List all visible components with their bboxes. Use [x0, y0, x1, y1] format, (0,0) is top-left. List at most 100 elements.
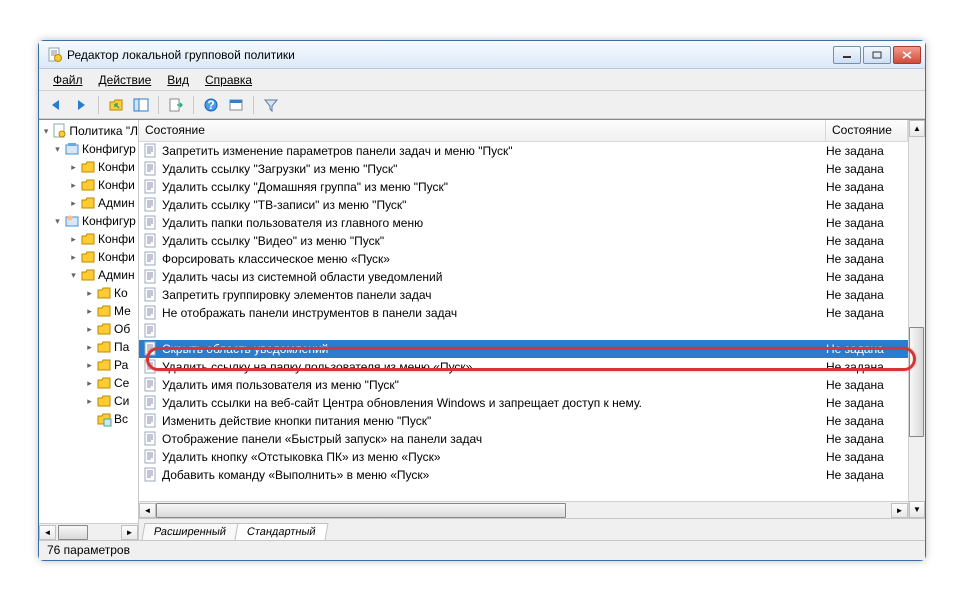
list-vscroll[interactable]: ▲ ▼	[908, 120, 925, 518]
tree-item[interactable]: ▸Се	[39, 374, 138, 392]
list-header: Состояние Состояние	[139, 120, 908, 142]
expand-icon[interactable]	[85, 415, 94, 424]
list-row[interactable]: Удалить кнопку «Отстыковка ПК» из меню «…	[139, 448, 908, 466]
scroll-right-icon[interactable]: ►	[121, 525, 138, 540]
maximize-button[interactable]	[863, 46, 891, 64]
expand-icon[interactable]: ▸	[85, 325, 94, 334]
row-name: Удалить папки пользователя из главного м…	[162, 216, 826, 230]
window-title: Редактор локальной групповой политики	[67, 48, 833, 62]
filter-button[interactable]	[260, 94, 282, 116]
row-state: Не задана	[826, 306, 908, 320]
tree-item[interactable]: ▸Об	[39, 320, 138, 338]
tree-hscroll[interactable]: ◄ ►	[39, 523, 138, 540]
list-row[interactable]: Удалить ссылку "Домашняя группа" из меню…	[139, 178, 908, 196]
list-row[interactable]: Удалить ссылку "ТВ-записи" из меню "Пуск…	[139, 196, 908, 214]
list-row[interactable]: Удалить ссылки на веб-сайт Центра обновл…	[139, 394, 908, 412]
showhide-tree-button[interactable]	[130, 94, 152, 116]
tree-item[interactable]: Вс	[39, 410, 138, 428]
list-row[interactable]: Удалить ссылку "Загрузки" из меню "Пуск"…	[139, 160, 908, 178]
list-row[interactable]: Удалить имя пользователя из меню "Пуск"Н…	[139, 376, 908, 394]
expand-icon[interactable]: ▸	[69, 181, 78, 190]
row-state: Не задана	[826, 252, 908, 266]
column-header-name[interactable]: Состояние	[139, 120, 826, 141]
expand-icon[interactable]: ▸	[85, 289, 94, 298]
tree-item[interactable]: ▸Ко	[39, 284, 138, 302]
tree-item[interactable]: ▸Конфи	[39, 158, 138, 176]
toolbar: ?	[39, 91, 925, 119]
menu-file[interactable]: Файл	[45, 70, 91, 90]
list-hscroll[interactable]: ◄ ►	[139, 501, 908, 518]
scroll-up-icon[interactable]: ▲	[909, 120, 925, 137]
tree-item[interactable]: ▾Конфигур	[39, 212, 138, 230]
menu-help[interactable]: Справка	[197, 70, 260, 90]
list-row[interactable]: Запретить группировку элементов панели з…	[139, 286, 908, 304]
folder-icon	[80, 195, 96, 211]
expand-icon[interactable]: ▸	[85, 343, 94, 352]
row-name: Удалить кнопку «Отстыковка ПК» из меню «…	[162, 450, 826, 464]
expand-icon[interactable]: ▾	[53, 217, 62, 226]
scroll-right-icon[interactable]: ►	[891, 503, 908, 518]
scroll-track[interactable]	[56, 525, 121, 540]
list-row[interactable]	[139, 322, 908, 340]
list-row[interactable]: Изменить действие кнопки питания меню "П…	[139, 412, 908, 430]
tree-root[interactable]: ▾Политика "Л	[39, 122, 138, 140]
list-row[interactable]: Не отображать панели инструментов в пане…	[139, 304, 908, 322]
scroll-left-icon[interactable]: ◄	[39, 525, 56, 540]
list-row[interactable]: Скрыть область уведомленийНе задана	[139, 340, 908, 358]
folder-icon	[80, 249, 96, 265]
tab-extended[interactable]: Расширенный	[142, 523, 239, 540]
list-row[interactable]: Удалить часы из системной области уведом…	[139, 268, 908, 286]
scroll-left-icon[interactable]: ◄	[139, 503, 156, 518]
close-button[interactable]	[893, 46, 921, 64]
tree-item[interactable]: ▸Ра	[39, 356, 138, 374]
help-button[interactable]: ?	[200, 94, 222, 116]
expand-icon[interactable]: ▸	[69, 199, 78, 208]
tree-pane: ▾Политика "Л▾Конфигур▸Конфи▸Конфи▸Админ▾…	[39, 120, 139, 540]
column-header-state[interactable]: Состояние	[826, 120, 908, 141]
expand-icon[interactable]: ▸	[69, 253, 78, 262]
expand-icon[interactable]: ▾	[53, 145, 62, 154]
tree-item[interactable]: ▸Админ	[39, 194, 138, 212]
tree-item[interactable]: ▸Конфи	[39, 176, 138, 194]
policy-icon	[143, 179, 159, 195]
tree-item[interactable]: ▾Админ	[39, 266, 138, 284]
scroll-track[interactable]	[909, 137, 925, 501]
properties-button[interactable]	[225, 94, 247, 116]
scroll-down-icon[interactable]: ▼	[909, 501, 925, 518]
list-row[interactable]: Форсировать классическое меню «Пуск»Не з…	[139, 250, 908, 268]
scroll-thumb[interactable]	[909, 327, 924, 437]
expand-icon[interactable]: ▾	[69, 271, 78, 280]
uplevel-button[interactable]	[105, 94, 127, 116]
forward-button[interactable]	[70, 94, 92, 116]
back-button[interactable]	[45, 94, 67, 116]
separator	[193, 96, 194, 114]
expand-icon[interactable]: ▸	[85, 397, 94, 406]
menu-action[interactable]: Действие	[91, 70, 160, 90]
tree-item[interactable]: ▸Конфи	[39, 230, 138, 248]
expand-icon[interactable]: ▸	[69, 163, 78, 172]
expand-icon[interactable]: ▸	[85, 307, 94, 316]
tree-item[interactable]: ▸Па	[39, 338, 138, 356]
export-button[interactable]	[165, 94, 187, 116]
minimize-button[interactable]	[833, 46, 861, 64]
tree-item[interactable]: ▸Ме	[39, 302, 138, 320]
scroll-thumb[interactable]	[58, 525, 88, 540]
menu-view[interactable]: Вид	[159, 70, 197, 90]
tree-item[interactable]: ▾Конфигур	[39, 140, 138, 158]
list-row[interactable]: Добавить команду «Выполнить» в меню «Пус…	[139, 466, 908, 484]
tree-item[interactable]: ▸Конфи	[39, 248, 138, 266]
expand-icon[interactable]: ▸	[85, 379, 94, 388]
tab-standard[interactable]: Стандартный	[235, 523, 329, 540]
scroll-track[interactable]	[156, 503, 891, 518]
list-row[interactable]: Удалить ссылку "Видео" из меню "Пуск"Не …	[139, 232, 908, 250]
list-row[interactable]: Запретить изменение параметров панели за…	[139, 142, 908, 160]
tree-item[interactable]: ▸Си	[39, 392, 138, 410]
expand-icon[interactable]: ▸	[69, 235, 78, 244]
list-row[interactable]: Отображение панели «Быстрый запуск» на п…	[139, 430, 908, 448]
policy-icon	[143, 395, 159, 411]
tree[interactable]: ▾Политика "Л▾Конфигур▸Конфи▸Конфи▸Админ▾…	[39, 120, 138, 430]
scroll-thumb[interactable]	[156, 503, 566, 518]
expand-icon[interactable]: ▸	[85, 361, 94, 370]
list-row[interactable]: Удалить ссылку на папку пользователя из …	[139, 358, 908, 376]
list-row[interactable]: Удалить папки пользователя из главного м…	[139, 214, 908, 232]
